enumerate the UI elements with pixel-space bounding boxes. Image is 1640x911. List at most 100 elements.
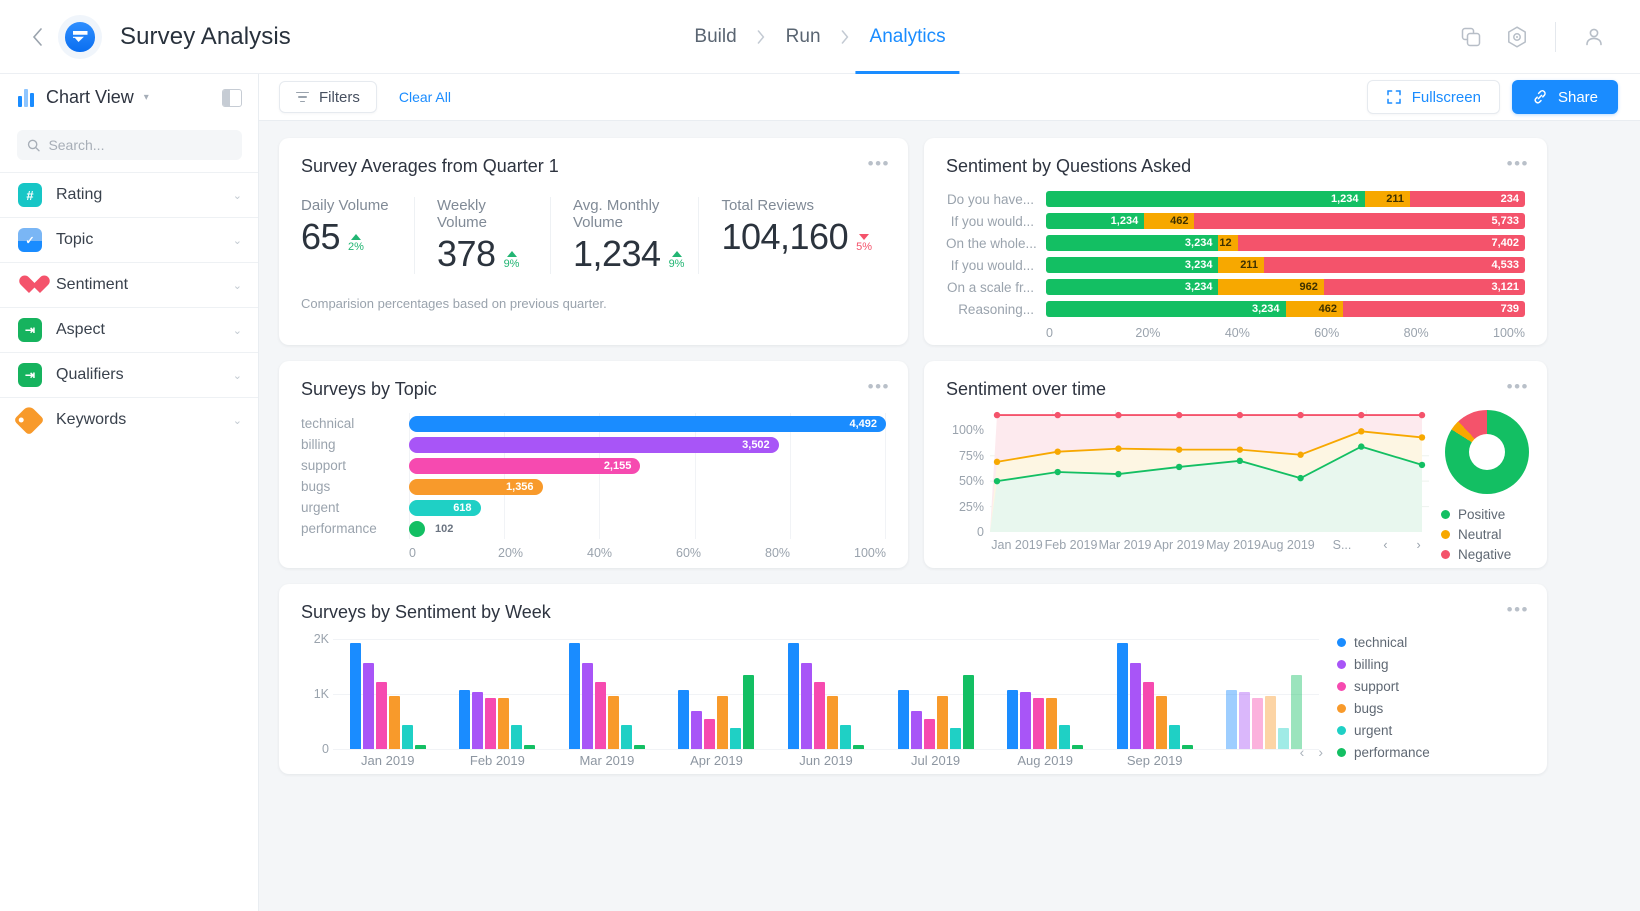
- legend-item-urgent[interactable]: urgent: [1337, 719, 1437, 741]
- bar-performance[interactable]: [414, 744, 426, 749]
- bar-billing[interactable]: [691, 710, 703, 749]
- sidebar-item-keywords[interactable]: Keywords ⌄: [0, 397, 258, 442]
- settings-hex-icon[interactable]: [1497, 17, 1537, 57]
- search-box[interactable]: [17, 130, 242, 160]
- bar[interactable]: 1,356: [409, 478, 543, 495]
- card-menu-button[interactable]: •••: [868, 155, 890, 172]
- bar-technical[interactable]: [1116, 643, 1128, 749]
- breadcrumb-item-build[interactable]: Build: [680, 0, 750, 74]
- bar-urgent[interactable]: [840, 725, 852, 749]
- bar-urgent[interactable]: [511, 725, 523, 749]
- chevron-down-icon[interactable]: ⌄: [233, 414, 242, 427]
- chevron-right-icon[interactable]: ›: [1318, 744, 1323, 760]
- user-account-icon[interactable]: [1574, 17, 1614, 57]
- bar-performance[interactable]: [1291, 674, 1303, 749]
- copy-icon[interactable]: [1451, 17, 1491, 57]
- bar-billing[interactable]: [1020, 692, 1032, 749]
- bar-technical[interactable]: [459, 690, 471, 749]
- bar-bugs[interactable]: [717, 696, 729, 749]
- bar-technical[interactable]: [897, 690, 909, 749]
- bar-bugs[interactable]: [1155, 696, 1167, 749]
- card-menu-button[interactable]: •••: [1507, 378, 1529, 395]
- legend-item-positive[interactable]: Positive: [1441, 504, 1525, 524]
- sidebar-item-rating[interactable]: # Rating ⌄: [0, 172, 258, 217]
- bar-performance[interactable]: [633, 744, 645, 749]
- chevron-left-icon[interactable]: ‹: [1300, 744, 1305, 760]
- bar-bugs[interactable]: [827, 696, 839, 749]
- bar-performance[interactable]: [524, 744, 536, 749]
- bar-support[interactable]: [923, 719, 935, 749]
- bar-urgent[interactable]: [1168, 725, 1180, 749]
- bar-technical[interactable]: [1007, 690, 1019, 749]
- chevron-down-icon[interactable]: ⌄: [233, 324, 242, 337]
- bar-urgent[interactable]: [730, 728, 742, 749]
- bar-support[interactable]: [1033, 697, 1045, 749]
- bar-technical[interactable]: [678, 690, 690, 749]
- panel-layout-icon[interactable]: [222, 88, 242, 107]
- legend-item-billing[interactable]: billing: [1337, 653, 1437, 675]
- clear-all-button[interactable]: Clear All: [399, 89, 451, 105]
- bar-urgent[interactable]: [1278, 728, 1290, 749]
- bar-technical[interactable]: [788, 643, 800, 749]
- bar-bugs[interactable]: [607, 696, 619, 749]
- bar-performance[interactable]: [743, 674, 755, 749]
- chevron-left-icon[interactable]: ‹: [1375, 538, 1396, 552]
- bar-urgent[interactable]: [949, 728, 961, 749]
- card-menu-button[interactable]: •••: [1507, 155, 1529, 172]
- bar-performance[interactable]: [962, 674, 974, 749]
- breadcrumb-item-analytics[interactable]: Analytics: [855, 0, 960, 74]
- back-button[interactable]: [22, 22, 52, 52]
- filters-button[interactable]: Filters: [279, 81, 377, 113]
- search-input[interactable]: [48, 137, 232, 153]
- bar-support[interactable]: [814, 681, 826, 749]
- sidebar-item-topic[interactable]: ✓ Topic ⌄: [0, 217, 258, 262]
- bar[interactable]: 102: [409, 520, 453, 537]
- bar-bugs[interactable]: [498, 697, 510, 749]
- bar-support[interactable]: [1252, 697, 1264, 749]
- legend-item-bugs[interactable]: bugs: [1337, 697, 1437, 719]
- bar-bugs[interactable]: [388, 696, 400, 749]
- legend-item-negative[interactable]: Negative: [1441, 544, 1525, 564]
- legend-item-neutral[interactable]: Neutral: [1441, 524, 1525, 544]
- card-menu-button[interactable]: •••: [868, 378, 890, 395]
- bar-support[interactable]: [485, 697, 497, 749]
- card-menu-button[interactable]: •••: [1507, 601, 1529, 618]
- bar-billing[interactable]: [1239, 692, 1251, 749]
- bar[interactable]: 4,492: [409, 415, 886, 432]
- fullscreen-button[interactable]: Fullscreen: [1366, 80, 1500, 114]
- breadcrumb-item-run[interactable]: Run: [772, 0, 835, 74]
- chevron-down-icon[interactable]: ⌄: [233, 189, 242, 202]
- bar-technical[interactable]: [568, 643, 580, 749]
- chevron-down-icon[interactable]: ⌄: [233, 279, 242, 292]
- bar-bugs[interactable]: [1046, 697, 1058, 749]
- bar-support[interactable]: [594, 681, 606, 749]
- bar[interactable]: 618: [409, 499, 481, 516]
- bar-billing[interactable]: [801, 663, 813, 749]
- legend-item-technical[interactable]: technical: [1337, 631, 1437, 653]
- chevron-down-icon[interactable]: ⌄: [233, 234, 242, 247]
- bar-support[interactable]: [375, 681, 387, 749]
- bar-support[interactable]: [1142, 681, 1154, 749]
- bar[interactable]: 2,155: [409, 457, 641, 474]
- legend-item-support[interactable]: support: [1337, 675, 1437, 697]
- bar-bugs[interactable]: [1265, 696, 1277, 749]
- bar-billing[interactable]: [472, 692, 484, 749]
- stacked-bar[interactable]: 3,234 462 739: [1046, 301, 1525, 317]
- stacked-bar[interactable]: 3,234 211 4,533: [1046, 257, 1525, 273]
- stacked-bar[interactable]: 1,234 211 234: [1046, 191, 1525, 207]
- bar-billing[interactable]: [1129, 663, 1141, 749]
- bar-performance[interactable]: [1072, 744, 1084, 749]
- bar-urgent[interactable]: [401, 725, 413, 749]
- bar-technical[interactable]: [1226, 690, 1238, 749]
- sidebar-item-sentiment[interactable]: Sentiment ⌄: [0, 262, 258, 307]
- stacked-bar[interactable]: 3,234 962 3,121: [1046, 279, 1525, 295]
- chevron-right-icon[interactable]: ›: [1408, 538, 1429, 552]
- legend-item-performance[interactable]: performance: [1337, 741, 1437, 763]
- chevron-down-icon[interactable]: ▾: [144, 92, 149, 103]
- stacked-bar[interactable]: 1,234 462 5,733: [1046, 213, 1525, 229]
- bar[interactable]: 3,502: [409, 436, 779, 453]
- sidebar-item-qualifiers[interactable]: ⇥ Qualifiers ⌄: [0, 352, 258, 397]
- sidebar-item-aspect[interactable]: ⇥ Aspect ⌄: [0, 307, 258, 352]
- stacked-bar[interactable]: 3,234 12 7,402: [1046, 235, 1525, 251]
- share-button[interactable]: Share: [1511, 80, 1618, 114]
